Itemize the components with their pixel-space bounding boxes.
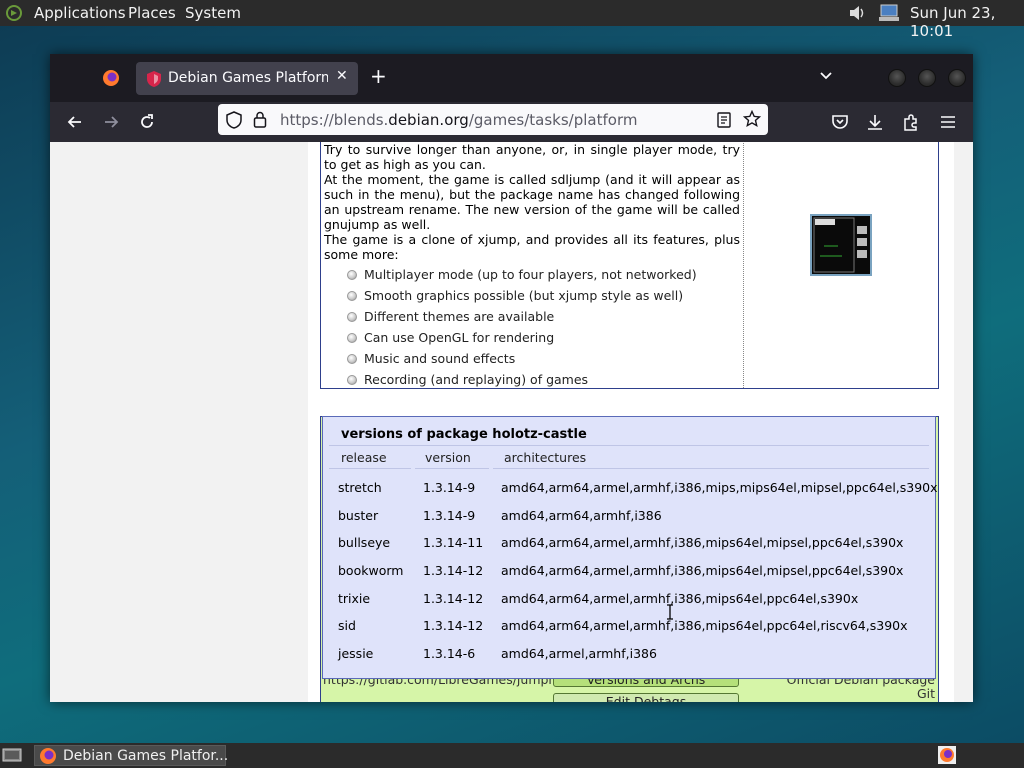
header-divider xyxy=(493,468,929,469)
text-cursor-icon xyxy=(667,604,673,620)
bullet-icon xyxy=(347,291,357,301)
close-tab-icon[interactable]: ✕ xyxy=(336,68,348,84)
list-item: Music and sound effects xyxy=(344,348,740,369)
description-text: Try to survive longer than anyone, or, i… xyxy=(324,142,740,390)
pocket-icon[interactable] xyxy=(830,112,850,132)
tab-strip: Debian Games Platform p ✕ + xyxy=(50,54,973,102)
header-version: version xyxy=(425,450,471,465)
taskbar: Debian Games Platfor... xyxy=(0,743,1024,768)
list-item: Multiplayer mode (up to four players, no… xyxy=(344,264,740,285)
list-item: Smooth graphics possible (but xjump styl… xyxy=(344,285,740,306)
top-panel: Applications Places System Sun Jun 23, 1… xyxy=(0,0,1024,40)
forward-arrow-icon[interactable] xyxy=(101,112,121,132)
taskbar-window-label: Debian Games Platfor... xyxy=(63,748,229,764)
screenshot-image xyxy=(812,216,870,274)
shield-tracking-icon[interactable] xyxy=(226,111,242,129)
description-paragraph: The game is a clone of xjump, and provid… xyxy=(324,232,740,262)
bullet-icon xyxy=(347,312,357,322)
network-icon[interactable] xyxy=(878,3,902,23)
header-divider xyxy=(415,468,489,469)
bullet-icon xyxy=(347,354,357,364)
table-row: bullseye 1.3.14-11 amd64,arm64,armel,arm… xyxy=(338,535,904,550)
firefox-icon xyxy=(40,748,56,764)
edit-debtags-button[interactable]: Edit Debtags xyxy=(553,693,739,702)
versions-title: versions of package holotz-castle xyxy=(341,427,587,442)
applications-menu[interactable]: Applications xyxy=(34,4,126,22)
minimize-button[interactable] xyxy=(888,69,906,87)
versions-popup: versions of package holotz-castle releas… xyxy=(322,416,938,679)
lock-icon[interactable] xyxy=(253,111,267,128)
bullet-icon xyxy=(347,333,357,343)
bookmark-star-icon[interactable] xyxy=(743,110,761,128)
list-item: Recording (and replaying) of games xyxy=(344,369,740,390)
hamburger-menu-icon[interactable] xyxy=(938,112,958,132)
firefox-tray-icon[interactable] xyxy=(938,746,956,764)
table-row: sid 1.3.14-12 amd64,arm64,armel,armhf,i3… xyxy=(338,618,908,633)
title-divider xyxy=(329,445,929,446)
back-arrow-icon[interactable] xyxy=(65,112,85,132)
feature-list: Multiplayer mode (up to four players, no… xyxy=(324,264,740,390)
gnome-foot-icon[interactable] xyxy=(6,5,22,21)
list-item: Can use OpenGL for rendering xyxy=(344,327,740,348)
maximize-button[interactable] xyxy=(918,69,936,87)
description-paragraph: At the moment, the game is called sdljum… xyxy=(324,172,740,232)
left-margin xyxy=(50,142,308,702)
firefox-window: Debian Games Platform p ✕ + xyxy=(50,54,973,702)
table-row: jessie 1.3.14-6 amd64,armel,armhf,i386 xyxy=(338,646,657,661)
firefox-view-icon[interactable] xyxy=(102,69,120,87)
header-divider xyxy=(329,468,411,469)
shield-favicon-icon xyxy=(147,71,161,87)
package-description-box: Try to survive longer than anyone, or, i… xyxy=(320,142,939,389)
new-tab-button[interactable]: + xyxy=(370,66,387,86)
bullet-icon xyxy=(347,270,357,280)
extensions-icon[interactable] xyxy=(901,112,921,132)
table-row: stretch 1.3.14-9 amd64,arm64,armel,armhf… xyxy=(338,480,938,495)
navigation-toolbar: https://blends.debian.org/games/tasks/pl… xyxy=(50,102,973,142)
header-release: release xyxy=(341,450,387,465)
tab-title: Debian Games Platform p xyxy=(168,70,328,86)
list-item: Different themes are available xyxy=(344,306,740,327)
table-row: bookworm 1.3.14-12 amd64,arm64,armel,arm… xyxy=(338,563,904,578)
chevron-down-icon[interactable] xyxy=(818,68,834,84)
table-row: buster 1.3.14-9 amd64,arm64,armhf,i386 xyxy=(338,508,662,523)
volume-icon[interactable] xyxy=(848,4,868,22)
clock[interactable]: Sun Jun 23, 10:01 xyxy=(910,4,1024,40)
show-desktop-icon[interactable] xyxy=(2,746,22,764)
description-paragraph: Try to survive longer than anyone, or, i… xyxy=(324,142,740,172)
url-text[interactable]: https://blends.debian.org/games/tasks/pl… xyxy=(280,111,637,129)
column-divider xyxy=(743,142,744,388)
header-architectures: architectures xyxy=(504,450,587,465)
bullet-icon xyxy=(347,375,357,385)
right-margin xyxy=(954,142,973,702)
download-icon[interactable] xyxy=(865,112,885,132)
url-bar[interactable]: https://blends.debian.org/games/tasks/pl… xyxy=(218,104,768,135)
tab-debian-games[interactable]: Debian Games Platform p ✕ xyxy=(136,62,358,95)
table-row: trixie 1.3.14-12 amd64,arm64,armel,armhf… xyxy=(338,591,859,606)
taskbar-window-button[interactable]: Debian Games Platfor... xyxy=(34,745,229,766)
places-menu[interactable]: Places xyxy=(128,4,176,22)
game-screenshot-thumbnail[interactable] xyxy=(810,214,872,276)
reader-view-icon[interactable] xyxy=(717,112,731,128)
close-window-button[interactable] xyxy=(948,69,966,87)
reload-icon[interactable] xyxy=(137,112,157,132)
page-content: Try to survive longer than anyone, or, i… xyxy=(50,142,973,702)
system-menu[interactable]: System xyxy=(185,4,241,22)
